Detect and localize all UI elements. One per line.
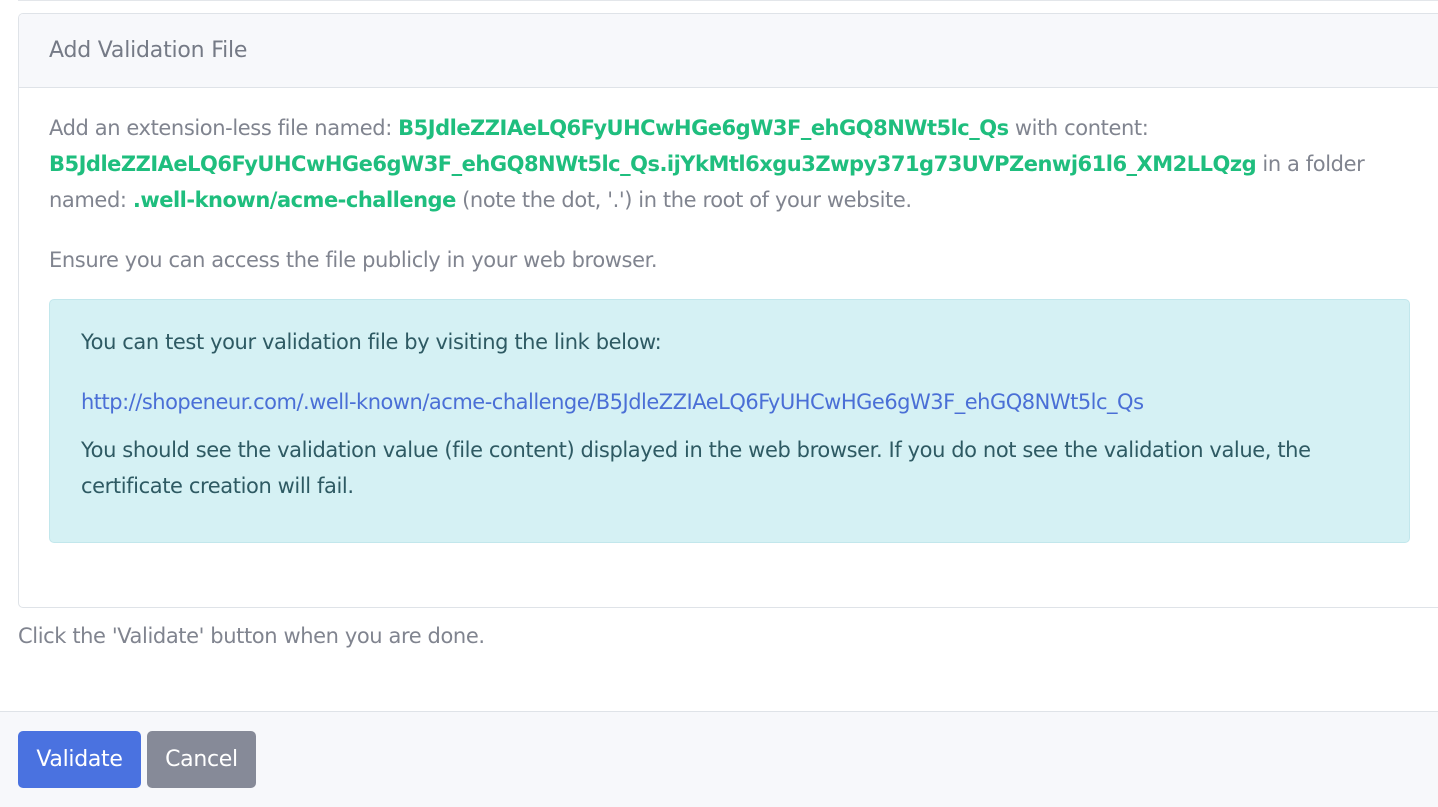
folder-name-value: .well-known/acme-challenge (132, 188, 457, 212)
validation-test-link[interactable]: http://shopeneur.com/.well-known/acme-ch… (81, 384, 1378, 420)
instructions-text-2: with content: (1008, 116, 1149, 140)
footer-bar: Validate Cancel (0, 711, 1438, 807)
info-note: You should see the validation value (fil… (81, 438, 1311, 498)
info-intro: You can test your validation file by vis… (81, 330, 662, 354)
card-body: Add an extension-less file named: B5Jdle… (19, 88, 1438, 543)
card-header: Add Validation File (19, 14, 1438, 88)
instructions-text-1: Add an extension-less file named: (49, 116, 399, 140)
instructions-paragraph: Add an extension-less file named: B5Jdle… (49, 110, 1399, 218)
file-name-value: B5JdleZZIAeLQ6FyUHCwHGe6gW3F_ehGQ8NWt5lc… (398, 116, 1009, 140)
public-access-note: Ensure you can access the file publicly … (49, 248, 658, 272)
validate-button[interactable]: Validate (18, 731, 141, 788)
cancel-button[interactable]: Cancel (147, 731, 256, 788)
instructions-text-4: (note the dot, '.') in the root of your … (455, 188, 912, 212)
info-alert: You can test your validation file by vis… (49, 299, 1410, 543)
file-content-value: B5JdleZZIAeLQ6FyUHCwHGe6gW3F_ehGQ8NWt5lc… (49, 152, 1257, 176)
validation-file-card: Add Validation File Add an extension-les… (18, 13, 1438, 608)
validate-hint: Click the 'Validate' button when you are… (18, 624, 485, 648)
top-divider (18, 0, 1438, 1)
card-title: Add Validation File (49, 38, 248, 63)
